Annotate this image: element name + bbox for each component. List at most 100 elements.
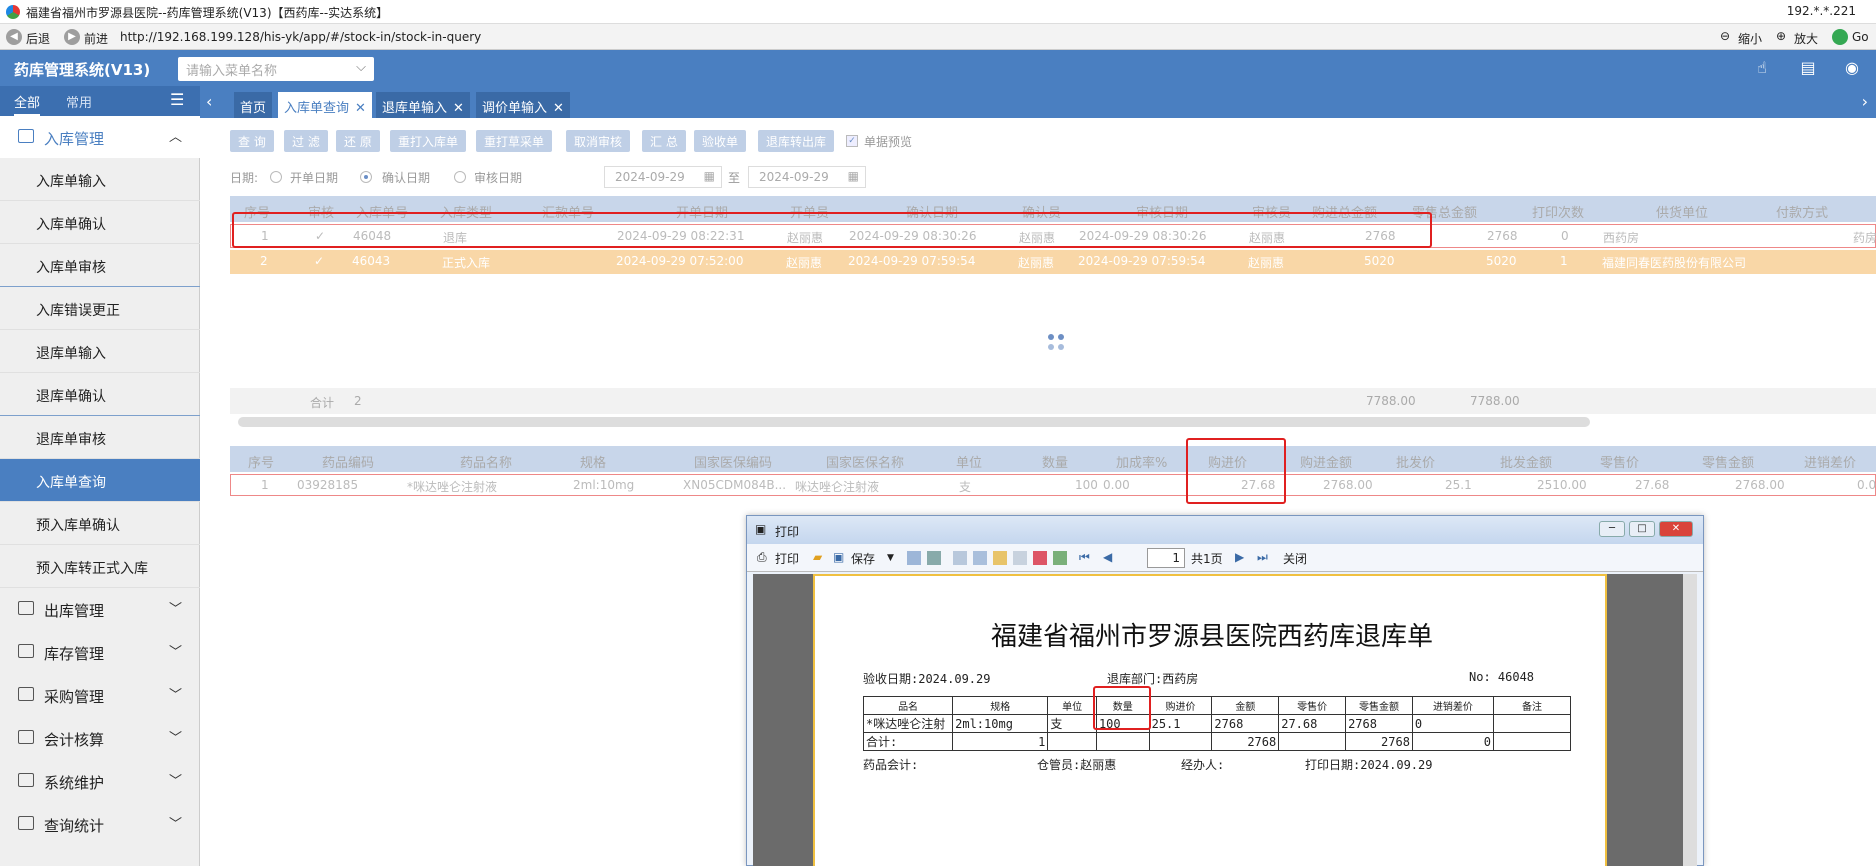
acceptance-button[interactable]: 验收单: [694, 130, 747, 152]
date-from-input[interactable]: 2024-09-29 ▦: [604, 166, 722, 188]
sidebar-item-stock-in-correct[interactable]: 入库错误更正: [0, 287, 200, 330]
close-icon[interactable]: ✕: [553, 101, 564, 116]
reprint-purchase-button[interactable]: 重打草采单: [476, 130, 553, 152]
close-icon[interactable]: ✕: [355, 101, 366, 116]
table-row[interactable]: 1 03928185 *咪达唑仑注射液 2ml:10mg XN05CDM084B…: [230, 474, 1876, 496]
sidebar-item-return-input[interactable]: 退库单输入: [0, 330, 200, 373]
tab-price-adjust[interactable]: 调价单输入 ✕: [476, 92, 570, 118]
tab-return-input[interactable]: 退库单输入 ✕: [376, 92, 470, 118]
first-page-icon[interactable]: ⏮: [1079, 550, 1090, 565]
radio-open-date[interactable]: [270, 171, 282, 183]
sidebar-item-return-confirm[interactable]: 退库单确认: [0, 373, 200, 416]
sidebar-group-accounting[interactable]: 会计核算 ﹀: [0, 717, 200, 759]
sidebar-group-system[interactable]: 系统维护 ﹀: [0, 760, 200, 802]
export-icon[interactable]: [1053, 551, 1067, 565]
page-setup-icon[interactable]: [953, 551, 967, 565]
zoom-out-button[interactable]: 缩小: [1738, 30, 1762, 47]
filter-button[interactable]: 过 滤: [284, 130, 328, 152]
sidebar-group-stock-out[interactable]: 出库管理 ﹀: [0, 588, 200, 630]
hand-icon[interactable]: ☝: [1752, 58, 1772, 78]
date-to-label: 至: [728, 171, 741, 185]
tab-home[interactable]: 首页: [234, 92, 273, 118]
query-button[interactable]: 查 询: [230, 130, 274, 152]
chevron-left-icon[interactable]: ‹: [206, 92, 212, 111]
minimize-button[interactable]: ─: [1599, 521, 1625, 537]
page-number-input[interactable]: 1: [1147, 548, 1185, 568]
print-button[interactable]: 打印: [775, 550, 799, 567]
eye-icon[interactable]: ◉: [1842, 58, 1862, 78]
sidebar-item-stock-in-query[interactable]: 入库单查询: [0, 459, 200, 502]
sidebar-item-stock-in-audit[interactable]: 入库单审核: [0, 244, 200, 287]
save-icon[interactable]: ▣: [833, 550, 844, 564]
doc-cell: 2768: [1345, 714, 1413, 733]
zoom-in-icon[interactable]: ⊕: [1776, 29, 1786, 43]
sidebar-tab-common[interactable]: 常用: [66, 92, 92, 111]
horizontal-scrollbar[interactable]: [238, 417, 1590, 427]
save-button[interactable]: 保存: [851, 550, 875, 567]
chevron-down-icon[interactable]: ▼: [887, 553, 894, 563]
printer-icon[interactable]: ⎙: [757, 550, 767, 565]
menu-search-input[interactable]: 请输入菜单名称 ⌵: [178, 57, 374, 81]
print-vertical-scrollbar[interactable]: [1683, 574, 1697, 866]
reprint-stock-in-button[interactable]: 重打入库单: [390, 130, 467, 152]
find-icon[interactable]: [927, 551, 941, 565]
close-button[interactable]: ✕: [1659, 521, 1693, 537]
return-to-out-button[interactable]: 退库转出库: [758, 130, 835, 152]
maximize-button[interactable]: □: [1629, 521, 1655, 537]
menu-icon[interactable]: ☰: [170, 90, 184, 109]
close-icon[interactable]: ✕: [453, 101, 464, 116]
tab-stock-in-query[interactable]: 入库单查询 ✕: [278, 92, 372, 118]
url-field[interactable]: http://192.168.199.128/his-yk/app/#/stoc…: [120, 30, 481, 44]
sidebar-group-purchase[interactable]: 采购管理 ﹀: [0, 674, 200, 716]
back-icon[interactable]: ◀: [6, 29, 22, 45]
doc-cell-empty: [1095, 732, 1150, 751]
go-button[interactable]: Go: [1852, 30, 1869, 44]
radio-audit-date[interactable]: [454, 171, 466, 183]
last-page-icon[interactable]: ⏭: [1257, 550, 1268, 565]
delete-icon[interactable]: [1033, 551, 1047, 565]
back-button[interactable]: 后退: [26, 30, 50, 47]
sidebar-group-stock-in[interactable]: 入库管理 ︿: [0, 116, 200, 158]
restore-button[interactable]: 还 原: [336, 130, 380, 152]
go-icon[interactable]: [1832, 29, 1848, 45]
server-ip: 192.*.*.221: [1786, 4, 1856, 18]
summary-button[interactable]: 汇 总: [642, 130, 686, 152]
prev-page-icon[interactable]: ◀: [1103, 550, 1112, 564]
document-icon[interactable]: ▤: [1798, 58, 1818, 78]
sidebar-group-inventory[interactable]: 库存管理 ﹀: [0, 631, 200, 673]
calendar-icon: ▦: [703, 169, 715, 183]
col-header: 付款方式: [1776, 206, 1829, 221]
sidebar-item-stock-in-confirm[interactable]: 入库单确认: [0, 201, 200, 244]
date-filter: 日期: 开单日期 确认日期 审核日期 2024-09-29 ▦ 至 2024-09…: [200, 164, 1876, 190]
preview-checkbox[interactable]: ✓: [846, 135, 858, 147]
zoom-out-icon[interactable]: ⊖: [1720, 29, 1730, 43]
sidebar-item-stock-in-input[interactable]: 入库单输入: [0, 158, 200, 201]
table-row[interactable]: 2 ✓ 46043 正式入库 2024-09-29 07:52:00 赵丽惠 2…: [230, 250, 1876, 274]
zoom-in-button[interactable]: 放大: [1794, 30, 1818, 47]
edit-icon[interactable]: [993, 551, 1007, 565]
copy-icon[interactable]: [1013, 551, 1027, 565]
next-page-icon[interactable]: ▶: [1235, 550, 1244, 564]
close-preview-button[interactable]: 关闭: [1283, 550, 1307, 567]
cancel-audit-button[interactable]: 取消审核: [566, 130, 631, 152]
folder-icon[interactable]: ▰: [813, 550, 822, 564]
forward-button[interactable]: 前进: [84, 30, 108, 47]
chevron-right-icon[interactable]: ›: [1862, 92, 1868, 111]
radio-audit-date-label: 审核日期: [474, 171, 523, 185]
sidebar-item-return-audit[interactable]: 退库单审核: [0, 416, 200, 459]
sidebar-tab-all[interactable]: 全部: [14, 92, 41, 116]
cell: 2768.00: [1323, 478, 1373, 492]
sidebar-group-label: 查询统计: [44, 817, 105, 835]
sidebar-item-pre-stock-formal[interactable]: 预入库转正式入库: [0, 545, 200, 588]
chevron-down-icon: ⌵: [356, 60, 366, 75]
date-to-input[interactable]: 2024-09-29 ▦: [748, 166, 866, 188]
forward-icon[interactable]: ▶: [64, 29, 80, 45]
radio-confirm-date[interactable]: [360, 171, 372, 183]
cell: 27.68: [1635, 478, 1670, 492]
window-title: 福建省福州市罗源县医院--药库管理系统(V13)【西药库--实达系统】: [26, 6, 389, 20]
highlight-box-row: [232, 212, 1432, 248]
sidebar-group-query[interactable]: 查询统计 ﹀: [0, 803, 200, 845]
sidebar-item-pre-stock-confirm[interactable]: 预入库单确认: [0, 502, 200, 545]
mail-icon[interactable]: [907, 551, 921, 565]
zoom-icon[interactable]: [973, 551, 987, 565]
